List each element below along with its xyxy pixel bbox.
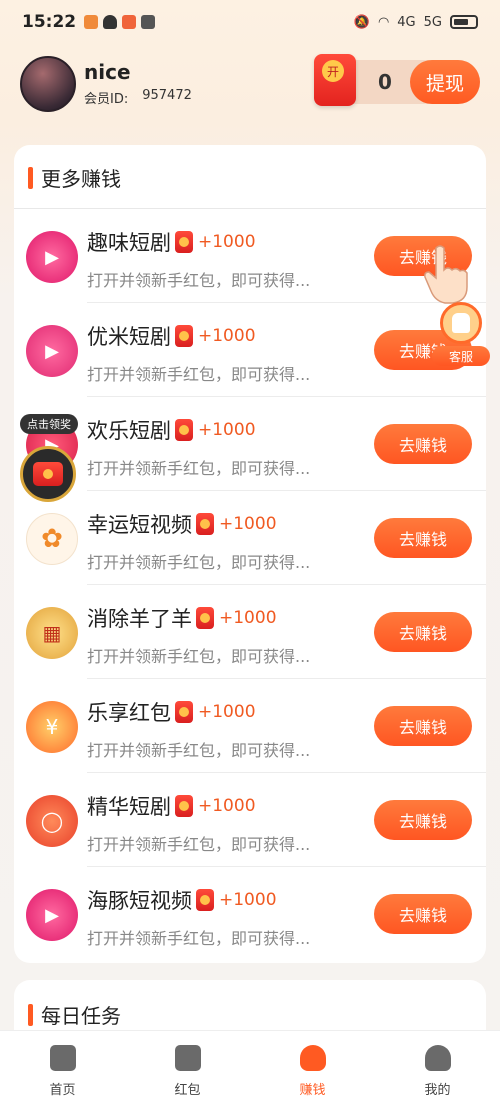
task-reward: +1000: [198, 326, 256, 346]
member-id-row: 会员ID: 957472: [84, 88, 192, 107]
task-desc: 打开并领新手红包，即可获得...: [87, 835, 311, 854]
headset-icon: [440, 302, 482, 344]
user-icon: [424, 1045, 451, 1071]
info-icon: [141, 15, 156, 29]
app-jinghua-icon: ◯: [26, 795, 78, 847]
network-4g-label: 4G: [397, 14, 416, 30]
task-desc: 打开并领新手红包，即可获得...: [87, 929, 311, 948]
go-earn-button[interactable]: 去赚钱: [374, 518, 472, 558]
redpack-icon: [196, 607, 214, 629]
redpack-icon: [175, 701, 193, 723]
go-earn-button[interactable]: 去赚钱: [374, 706, 472, 746]
task-desc: 打开并领新手红包，即可获得...: [87, 365, 311, 384]
app-notification-icon: [84, 15, 99, 29]
red-envelope-icon: [20, 446, 76, 502]
app-youmi-icon: ▶: [26, 325, 78, 377]
task-name: 趣味短剧: [87, 231, 171, 255]
app-badge-icon: [122, 15, 137, 29]
task-row: ▦ 消除羊了羊 +1000 打开并领新手红包，即可获得... 去赚钱: [14, 585, 486, 679]
go-earn-button[interactable]: 去赚钱: [374, 612, 472, 652]
go-earn-button[interactable]: 去赚钱: [374, 424, 472, 464]
title-bar-accent: [28, 1003, 33, 1026]
wifi-icon: ◠: [377, 14, 390, 30]
mute-icon: 🔕: [353, 14, 370, 30]
redpack-icon: [196, 513, 214, 535]
go-earn-button[interactable]: 去赚钱: [374, 894, 472, 934]
task-name: 海豚短视频: [87, 889, 192, 913]
task-row: ▶ 欢乐短剧 +1000 打开并领新手红包，即可获得... 去赚钱: [14, 397, 486, 491]
pointing-hand-icon: [422, 242, 474, 306]
bottom-nav: 首页 红包 赚钱 我的: [0, 1030, 500, 1111]
battery-icon: [450, 15, 478, 29]
redpack-icon: [175, 419, 193, 441]
redpack-open-icon[interactable]: 开: [314, 54, 356, 106]
member-id-label: 会员ID:: [84, 92, 129, 107]
nav-redpack[interactable]: 红包: [125, 1031, 250, 1111]
task-name: 消除羊了羊: [87, 607, 192, 631]
redpack-icon: [196, 889, 214, 911]
task-row: ▶ 海豚短视频 +1000 打开并领新手红包，即可获得... 去赚钱: [14, 867, 486, 961]
task-row: ✿ 幸运短视频 +1000 打开并领新手红包，即可获得... 去赚钱: [14, 491, 486, 585]
task-reward: +1000: [198, 232, 256, 252]
task-name: 乐享红包: [87, 701, 171, 725]
customer-service-button[interactable]: 客服: [432, 300, 490, 366]
go-earn-button[interactable]: 去赚钱: [374, 800, 472, 840]
member-id-value: 957472: [142, 88, 192, 103]
money-bag-icon: [299, 1045, 326, 1071]
task-desc: 打开并领新手红包，即可获得...: [87, 459, 311, 478]
nav-mine[interactable]: 我的: [375, 1031, 500, 1111]
app-xingyun-icon: ✿: [26, 513, 78, 565]
balance-value: 0: [378, 70, 392, 94]
task-reward: +1000: [198, 796, 256, 816]
task-name: 优米短剧: [87, 325, 171, 349]
task-reward: +1000: [198, 420, 256, 440]
wallet-balance: 开 0 提现: [314, 54, 480, 106]
withdraw-button[interactable]: 提现: [410, 60, 480, 104]
app-haitun-icon: ▶: [26, 889, 78, 941]
earn-more-card: 更多赚钱 ▶ 趣味短剧 +1000 打开并领新手红包，即可获得... 去赚钱 ▶ …: [14, 145, 486, 963]
redpack-icon: [175, 325, 193, 347]
status-time: 15:22: [22, 12, 77, 32]
qq-icon: [103, 15, 118, 29]
task-desc: 打开并领新手红包，即可获得...: [87, 553, 311, 572]
task-reward: +1000: [219, 890, 277, 910]
task-reward: +1000: [198, 702, 256, 722]
task-desc: 打开并领新手红包，即可获得...: [87, 741, 311, 760]
claim-reward-button[interactable]: 点击领奖: [18, 414, 80, 502]
task-row: ▶ 优米短剧 +1000 打开并领新手红包，即可获得... 去赚钱: [14, 303, 486, 397]
avatar[interactable]: [20, 56, 76, 112]
task-name: 幸运短视频: [87, 513, 192, 537]
task-name: 精华短剧: [87, 795, 171, 819]
username: nice: [84, 60, 131, 84]
red-envelope-icon: [174, 1045, 201, 1071]
home-icon: [49, 1045, 76, 1071]
app-xiaochu-icon: ▦: [26, 607, 78, 659]
task-reward: +1000: [219, 514, 277, 534]
claim-tip: 点击领奖: [20, 414, 78, 434]
title-bar-accent: [28, 166, 33, 189]
task-desc: 打开并领新手红包，即可获得...: [87, 647, 311, 666]
section-title: 更多赚钱: [28, 163, 121, 192]
task-row: ¥ 乐享红包 +1000 打开并领新手红包，即可获得... 去赚钱: [14, 679, 486, 773]
network-5g-label: 5G: [423, 14, 442, 30]
nav-earn[interactable]: 赚钱: [250, 1031, 375, 1111]
status-bar: 15:22 🔕 ◠ 4G 5G: [0, 0, 500, 44]
redpack-icon: [175, 795, 193, 817]
app-lexiang-icon: ¥: [26, 701, 78, 753]
customer-service-label: 客服: [432, 346, 490, 366]
status-right: 🔕 ◠ 4G 5G: [354, 15, 478, 30]
daily-section-title: 每日任务: [28, 1000, 121, 1029]
task-name: 欢乐短剧: [87, 419, 171, 443]
task-row: ◯ 精华短剧 +1000 打开并领新手红包，即可获得... 去赚钱: [14, 773, 486, 867]
task-row: ▶ 趣味短剧 +1000 打开并领新手红包，即可获得... 去赚钱: [14, 209, 486, 303]
nav-home[interactable]: 首页: [0, 1031, 125, 1111]
task-desc: 打开并领新手红包，即可获得...: [87, 271, 311, 290]
redpack-icon: [175, 231, 193, 253]
app-quwei-icon: ▶: [26, 231, 78, 283]
task-reward: +1000: [219, 608, 277, 628]
